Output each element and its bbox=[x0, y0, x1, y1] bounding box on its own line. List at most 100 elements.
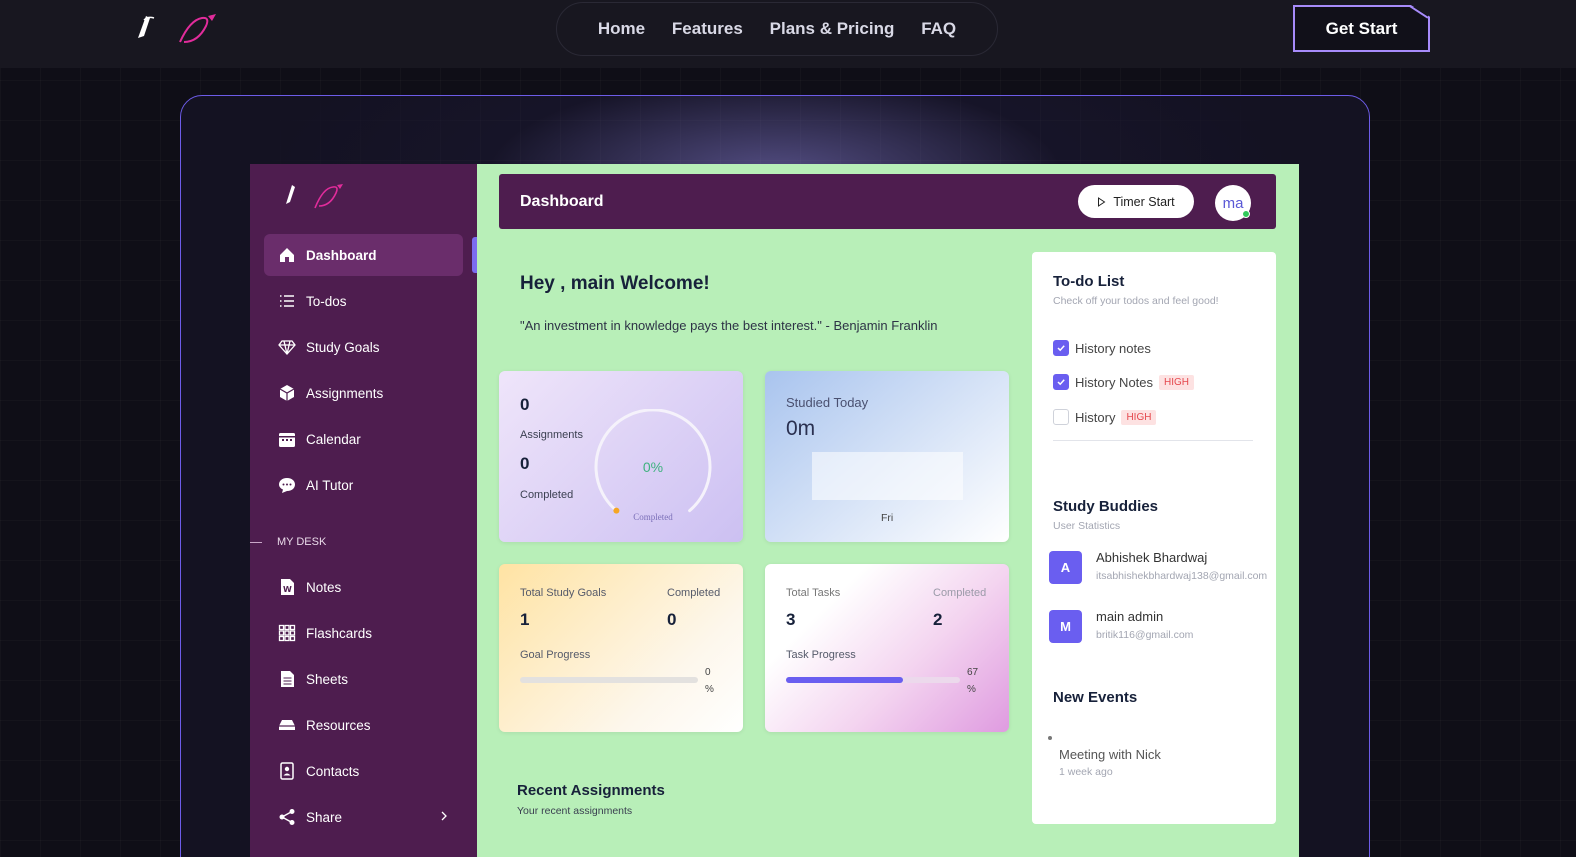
sidebar-item-assignments[interactable]: Assignments bbox=[264, 372, 463, 414]
assignments-card: 0 Assignments 0 Completed 0% Completed bbox=[499, 371, 743, 542]
home-icon bbox=[278, 246, 296, 264]
grid-icon bbox=[278, 624, 296, 642]
diamond-icon bbox=[278, 338, 296, 356]
goals-completed-value: 0 bbox=[667, 610, 677, 629]
sidebar-item-study-goals[interactable]: Study Goals bbox=[264, 326, 463, 368]
sidebar-item-dashboard[interactable]: Dashboard bbox=[264, 234, 463, 276]
goals-completed-label: Completed bbox=[667, 587, 721, 599]
sidebar-item-label: Study Goals bbox=[306, 339, 380, 355]
task-progress-value: 67 bbox=[967, 667, 979, 678]
nav-home-link[interactable]: Home bbox=[598, 19, 645, 39]
study-chart-area bbox=[812, 452, 963, 500]
study-buddies-subtitle: User Statistics bbox=[1053, 520, 1121, 532]
dashboard-header: Dashboard Timer Start ma bbox=[499, 174, 1276, 229]
gauge-label: Completed bbox=[633, 512, 673, 522]
sidebar-item-ai-tutor[interactable]: AI Tutor bbox=[264, 464, 463, 506]
assignments-label: Assignments bbox=[520, 429, 583, 441]
event-title[interactable]: Meeting with Nick bbox=[1059, 747, 1161, 762]
timer-start-label: Timer Start bbox=[1113, 194, 1175, 209]
todo-item[interactable]: History HIGH bbox=[1053, 408, 1157, 426]
my-desk-section-label: MY DESK bbox=[250, 534, 477, 550]
todo-label: History Notes bbox=[1075, 374, 1154, 390]
total-goals-value: 1 bbox=[520, 610, 530, 629]
new-events-title: New Events bbox=[1053, 689, 1138, 706]
nav-features-link[interactable]: Features bbox=[672, 19, 743, 39]
chevron-right-icon bbox=[439, 809, 449, 823]
buddy-avatar[interactable]: A bbox=[1049, 551, 1082, 584]
avatar-initials: ma bbox=[1222, 194, 1244, 212]
check-icon bbox=[1057, 345, 1065, 352]
sheet-icon bbox=[278, 670, 296, 688]
timer-start-button[interactable]: Timer Start bbox=[1078, 185, 1194, 218]
studied-today-value: 0m bbox=[786, 417, 816, 440]
assignments-completed: 0 bbox=[520, 454, 530, 473]
gauge-value: 0% bbox=[642, 459, 664, 475]
sidebar-item-label: Share bbox=[306, 809, 343, 825]
buddy-email: itsabhishekbhardwaj138@gmail.com bbox=[1096, 570, 1268, 582]
event-time: 1 week ago bbox=[1059, 766, 1113, 778]
site-nav: Home Features Plans & Pricing FAQ bbox=[556, 2, 998, 56]
event-bullet bbox=[1048, 736, 1052, 740]
nav-faq-link[interactable]: FAQ bbox=[921, 19, 956, 39]
buddy-avatar[interactable]: M bbox=[1049, 610, 1082, 643]
studied-today-label: Studied Today bbox=[786, 395, 869, 410]
task-progress-bar bbox=[786, 677, 960, 683]
list-icon bbox=[278, 292, 296, 310]
sidebar-item-label: Contacts bbox=[306, 763, 360, 779]
check-icon bbox=[1057, 379, 1065, 386]
sidebar-logo[interactable] bbox=[285, 182, 345, 210]
nav-pricing-link[interactable]: Plans & Pricing bbox=[770, 19, 895, 39]
sidebar-item-flashcards[interactable]: Flashcards bbox=[264, 612, 463, 654]
sidebar-item-label: Resources bbox=[306, 717, 371, 733]
sidebar-item-calendar[interactable]: Calendar bbox=[264, 418, 463, 460]
buddy-email: britik116@gmail.com bbox=[1096, 629, 1194, 641]
sidebar-item-label: Flashcards bbox=[306, 625, 373, 641]
sidebar-item-label: AI Tutor bbox=[306, 477, 354, 493]
sidebar-item-label: Notes bbox=[306, 579, 342, 595]
sidebar-item-label: To-dos bbox=[306, 293, 347, 309]
section-divider bbox=[250, 541, 262, 543]
word-doc-icon: W bbox=[278, 578, 296, 596]
sidebar-item-contacts[interactable]: Contacts bbox=[264, 750, 463, 792]
study-buddies-title: Study Buddies bbox=[1053, 498, 1159, 515]
todo-label: History bbox=[1075, 409, 1116, 425]
todo-checkbox[interactable] bbox=[1053, 409, 1069, 425]
site-logo[interactable] bbox=[136, 12, 220, 46]
calendar-icon bbox=[278, 430, 296, 448]
goal-progress-value: 0 bbox=[705, 667, 711, 678]
todo-title: To-do List bbox=[1053, 273, 1125, 290]
welcome-quote: "An investment in knowledge pays the bes… bbox=[520, 318, 938, 333]
todo-checkbox[interactable] bbox=[1053, 374, 1069, 390]
todo-subtitle: Check off your todos and feel good! bbox=[1053, 295, 1219, 307]
avatar[interactable]: ma bbox=[1215, 185, 1251, 221]
total-tasks-label: Total Tasks bbox=[786, 587, 841, 599]
sidebar-item-share[interactable]: Share bbox=[264, 796, 463, 838]
right-panel: To-do List Check off your todos and feel… bbox=[1032, 252, 1276, 824]
box-icon bbox=[278, 384, 296, 402]
share-icon bbox=[278, 808, 296, 826]
priority-badge: HIGH bbox=[1159, 374, 1195, 390]
contact-icon bbox=[278, 762, 296, 780]
sidebar-item-notes[interactable]: W Notes bbox=[264, 566, 463, 608]
play-icon bbox=[1098, 196, 1106, 207]
sidebar-item-label: Assignments bbox=[306, 385, 384, 401]
assignments-total: 0 bbox=[520, 395, 530, 414]
assignments-completed-label: Completed bbox=[520, 489, 574, 501]
sidebar-item-label: Calendar bbox=[306, 431, 361, 447]
todo-divider bbox=[1053, 440, 1253, 441]
study-chart-day-label: Fri bbox=[881, 512, 894, 524]
sidebar: Dashboard To-dos Study Goals Assignments… bbox=[250, 164, 477, 857]
todo-checkbox[interactable] bbox=[1053, 340, 1069, 356]
todo-item[interactable]: History Notes HIGH bbox=[1053, 373, 1195, 391]
svg-text:W: W bbox=[283, 585, 292, 594]
goal-progress-label: Goal Progress bbox=[520, 649, 591, 661]
sidebar-item-label: Dashboard bbox=[306, 247, 377, 263]
sidebar-item-resources[interactable]: Resources bbox=[264, 704, 463, 746]
tasks-completed-value: 2 bbox=[933, 610, 943, 629]
todo-label: History notes bbox=[1075, 340, 1151, 356]
sidebar-item-sheets[interactable]: Sheets bbox=[264, 658, 463, 700]
sidebar-item-todos[interactable]: To-dos bbox=[264, 280, 463, 322]
page-title: Dashboard bbox=[520, 193, 604, 210]
todo-item[interactable]: History notes bbox=[1053, 339, 1151, 357]
drive-icon bbox=[278, 716, 296, 734]
